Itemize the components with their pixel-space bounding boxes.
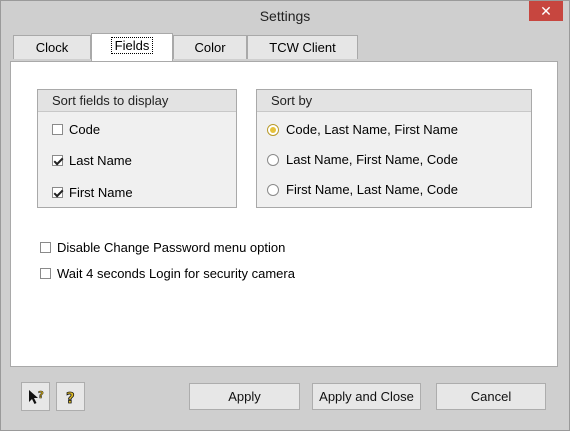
- wait-login-camera-option[interactable]: Wait 4 seconds Login for security camera: [40, 266, 295, 281]
- disable-change-password-label: Disable Change Password menu option: [57, 240, 286, 255]
- sort-by-option-last-name[interactable]: Last Name, First Name, Code: [267, 152, 458, 167]
- sort-by-radio-last-name[interactable]: [267, 153, 279, 166]
- wait-login-camera-label: Wait 4 seconds Login for security camera: [57, 266, 295, 281]
- field-last-name-label: Last Name: [69, 153, 132, 168]
- field-code-checkbox[interactable]: [52, 124, 63, 135]
- svg-text:?: ?: [38, 390, 44, 401]
- field-first-name-label: First Name: [69, 185, 133, 200]
- sort-by-option-first-name[interactable]: First Name, Last Name, Code: [267, 182, 458, 197]
- sort-by-option-code[interactable]: Code, Last Name, First Name: [267, 122, 458, 137]
- wait-login-camera-checkbox[interactable]: [40, 268, 51, 279]
- tab-fields[interactable]: Fields: [91, 33, 173, 61]
- context-help-button[interactable]: ?: [21, 382, 50, 411]
- settings-window: Settings ✕ Clock Fields Color TCW Client…: [0, 0, 570, 431]
- sort-fields-group: Sort fields to display Code Last Name Fi…: [37, 89, 237, 208]
- sort-by-radio-first-name[interactable]: [267, 183, 279, 196]
- field-last-name-option[interactable]: Last Name: [52, 153, 132, 168]
- apply-and-close-button[interactable]: Apply and Close: [312, 383, 421, 410]
- svg-text:?: ?: [66, 389, 75, 406]
- sort-by-group: Sort by Code, Last Name, First Name Last…: [256, 89, 532, 208]
- field-code-label: Code: [69, 122, 101, 137]
- title-bar: Settings ✕: [1, 1, 569, 31]
- sort-by-label-code: Code, Last Name, First Name: [286, 122, 458, 137]
- sort-by-radio-code[interactable]: [267, 123, 279, 136]
- field-last-name-checkbox[interactable]: [52, 155, 63, 166]
- field-code-option[interactable]: Code: [52, 122, 100, 137]
- disable-change-password-checkbox[interactable]: [40, 242, 51, 253]
- window-title: Settings: [259, 8, 311, 24]
- tab-tcw-client[interactable]: TCW Client: [247, 35, 358, 59]
- field-first-name-checkbox[interactable]: [52, 187, 63, 198]
- close-button[interactable]: ✕: [529, 1, 563, 21]
- sort-by-label-last-name: Last Name, First Name, Code: [286, 152, 458, 167]
- fields-panel: Sort fields to display Code Last Name Fi…: [10, 61, 558, 367]
- sort-fields-header: Sort fields to display: [38, 90, 236, 112]
- pointer-help-icon: ?: [28, 389, 44, 404]
- apply-button[interactable]: Apply: [189, 383, 300, 410]
- sort-by-header: Sort by: [257, 90, 531, 112]
- help-icon: ?: [65, 388, 75, 406]
- field-first-name-option[interactable]: First Name: [52, 185, 133, 200]
- tab-color[interactable]: Color: [173, 35, 247, 59]
- close-icon: ✕: [540, 3, 552, 19]
- tab-clock[interactable]: Clock: [13, 35, 91, 59]
- sort-by-label-first-name: First Name, Last Name, Code: [286, 182, 458, 197]
- cancel-button[interactable]: Cancel: [436, 383, 546, 410]
- disable-change-password-option[interactable]: Disable Change Password menu option: [40, 240, 285, 255]
- help-button[interactable]: ?: [56, 382, 85, 411]
